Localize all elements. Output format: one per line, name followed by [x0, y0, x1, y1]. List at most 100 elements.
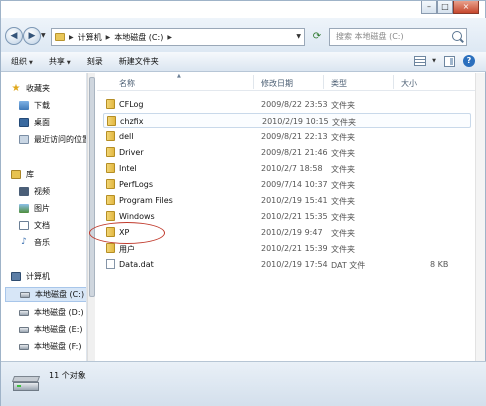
file-size: 8 KB — [430, 260, 449, 269]
table-row[interactable]: dell 2009/8/21 22:13 文件夹 — [103, 129, 471, 144]
sidebar-item-label: 视频 — [34, 187, 50, 196]
downloads-icon — [19, 101, 29, 110]
navigation-scrollbar[interactable] — [87, 73, 95, 361]
column-divider[interactable] — [393, 75, 394, 89]
breadcrumb-chevron-icon[interactable]: ▶ — [69, 34, 74, 41]
sidebar-item-favorites[interactable]: ★ 收藏夹 — [11, 81, 86, 96]
file-type: 文件夹 — [331, 101, 355, 110]
file-name: Data.dat — [119, 260, 154, 269]
folder-icon — [106, 131, 115, 141]
chevron-down-icon: ▼ — [66, 60, 71, 66]
table-row[interactable]: CFLog 2009/8/22 23:53 文件夹 — [103, 97, 471, 112]
help-icon[interactable]: ? — [463, 55, 475, 67]
file-modified: 2009/8/21 21:46 — [261, 148, 328, 157]
file-modified: 2009/8/21 22:13 — [261, 132, 328, 141]
sidebar-item-desktop[interactable]: 桌面 — [19, 115, 86, 130]
column-divider[interactable] — [253, 75, 254, 89]
view-details-icon[interactable] — [414, 56, 427, 66]
sidebar-item-music[interactable]: ♪ 音乐 — [19, 235, 86, 250]
folder-icon — [106, 99, 115, 109]
file-type: 文件夹 — [331, 165, 355, 174]
navigation-scroll-thumb[interactable] — [89, 77, 95, 297]
close-button[interactable]: × — [453, 1, 479, 14]
computer-icon — [11, 272, 21, 281]
file-modified: 2010/2/7 18:58 — [261, 164, 323, 173]
sidebar-item-pictures[interactable]: 图片 — [19, 201, 86, 216]
search-input[interactable]: 搜索 本地磁盘 (C:) — [329, 28, 467, 46]
file-name: Intel — [119, 164, 137, 173]
sidebar-item-libraries[interactable]: 库 — [11, 167, 86, 182]
sidebar-item-drive-f[interactable]: 本地磁盘 (F:) — [19, 339, 86, 354]
table-row[interactable]: PerfLogs 2009/7/14 10:37 文件夹 — [103, 177, 471, 192]
breadcrumb-chevron-icon[interactable]: ▶ — [106, 34, 111, 41]
forward-button[interactable]: ▶ — [23, 27, 41, 45]
file-name: chzfix — [120, 117, 144, 126]
file-type: 文件夹 — [332, 118, 356, 127]
minimize-button[interactable]: – — [421, 1, 437, 14]
file-modified: 2010/2/19 17:54 — [261, 260, 328, 269]
sidebar-item-videos[interactable]: 视频 — [19, 184, 86, 199]
preview-pane-icon[interactable] — [444, 55, 455, 67]
sidebar-item-computer[interactable]: 计算机 — [11, 269, 86, 284]
chevron-down-icon: ▼ — [29, 60, 33, 66]
organize-label: 组织 — [11, 57, 27, 66]
sidebar-item-drive-e[interactable]: 本地磁盘 (E:) — [19, 322, 86, 337]
sidebar-item-drive-c[interactable]: 本地磁盘 (C:) — [5, 287, 86, 302]
new-folder-button[interactable]: 新建文件夹 — [119, 56, 159, 67]
table-row[interactable]: Program Files 2010/2/19 15:41 文件夹 — [103, 193, 471, 208]
video-icon — [19, 187, 29, 196]
pictures-icon — [19, 204, 29, 213]
recent-pages-chevron-icon[interactable]: ▼ — [41, 32, 46, 39]
maximize-button[interactable]: □ — [437, 1, 453, 14]
table-row[interactable]: Windows 2010/2/21 15:35 文件夹 — [103, 209, 471, 224]
drive-icon — [19, 343, 29, 350]
back-button[interactable]: ◀ — [5, 27, 23, 45]
navigation-pane: ★ 收藏夹 下载 桌面 最近访问的位置 库 视频 图片 文档 ♪ 音乐 计算机 … — [1, 73, 87, 361]
table-row[interactable]: Driver 2009/8/21 21:46 文件夹 — [103, 145, 471, 160]
folder-icon — [107, 116, 116, 126]
sidebar-item-recent-places[interactable]: 最近访问的位置 — [19, 132, 87, 147]
address-dropdown-icon[interactable]: ▼ — [296, 33, 301, 40]
drive-icon — [19, 326, 29, 333]
column-header-name[interactable]: 名称 — [119, 78, 135, 89]
file-name: dell — [119, 132, 134, 141]
breadcrumb-drive-c[interactable]: 本地磁盘 (C:) — [114, 32, 163, 43]
command-bar: 组织 ▼ 共享 ▼ 刻录 新建文件夹 ▼ ? — [1, 52, 486, 72]
share-button[interactable]: 共享 ▼ — [49, 56, 71, 67]
sidebar-item-downloads[interactable]: 下载 — [19, 98, 86, 113]
column-header-modified[interactable]: 修改日期 — [261, 78, 293, 89]
desktop-icon — [19, 118, 29, 127]
view-chevron-down-icon[interactable]: ▼ — [432, 58, 436, 64]
breadcrumb-chevron-icon[interactable]: ▶ — [167, 34, 172, 41]
breadcrumb-computer[interactable]: 计算机 — [78, 32, 102, 43]
sidebar-item-label: 计算机 — [26, 272, 50, 281]
sidebar-item-label: 音乐 — [34, 238, 50, 247]
sidebar-item-documents[interactable]: 文档 — [19, 218, 86, 233]
table-row[interactable]: 用户 2010/2/21 15:39 文件夹 — [103, 241, 471, 256]
address-bar[interactable]: ▶ 计算机 ▶ 本地磁盘 (C:) ▶ ▼ — [51, 28, 305, 46]
burn-button[interactable]: 刻录 — [87, 56, 103, 67]
sidebar-item-label: 收藏夹 — [26, 84, 50, 93]
explorer-window: – □ × ◀ ▶ ▼ ▶ 计算机 ▶ 本地磁盘 (C:) ▶ ▼ ⟳ 搜索 本… — [0, 0, 486, 406]
table-row[interactable]: Data.dat 2010/2/19 17:54 DAT 文件 8 KB — [103, 257, 471, 272]
sidebar-item-drive-d[interactable]: 本地磁盘 (D:) — [19, 305, 86, 320]
column-header-type[interactable]: 类型 — [331, 78, 347, 89]
refresh-icon[interactable]: ⟳ — [309, 31, 325, 45]
column-header-size[interactable]: 大小 — [401, 78, 417, 89]
music-icon: ♪ — [21, 237, 27, 247]
address-row: ◀ ▶ ▼ ▶ 计算机 ▶ 本地磁盘 (C:) ▶ ▼ ⟳ 搜索 本地磁盘 (C… — [1, 18, 486, 52]
file-type: 文件夹 — [331, 133, 355, 142]
file-list-scrollbar[interactable] — [475, 73, 485, 361]
library-icon — [11, 170, 21, 179]
table-row[interactable]: Intel 2010/2/7 18:58 文件夹 — [103, 161, 471, 176]
search-icon[interactable] — [452, 31, 462, 41]
share-label: 共享 — [48, 57, 65, 66]
column-divider[interactable] — [323, 75, 324, 89]
table-row[interactable]: chzfix 2010/2/19 10:15 文件夹 — [103, 113, 471, 128]
organize-button[interactable]: 组织 ▼ — [11, 56, 33, 67]
sidebar-item-label: 本地磁盘 (E:) — [34, 325, 83, 334]
drive-icon — [20, 291, 30, 298]
file-list: ▲ 名称 修改日期 类型 大小 CFLog 2009/8/22 23:53 文件… — [89, 73, 475, 361]
sidebar-item-label: 最近访问的位置 — [34, 135, 87, 144]
status-bar: 11 个对象 — [1, 361, 486, 406]
